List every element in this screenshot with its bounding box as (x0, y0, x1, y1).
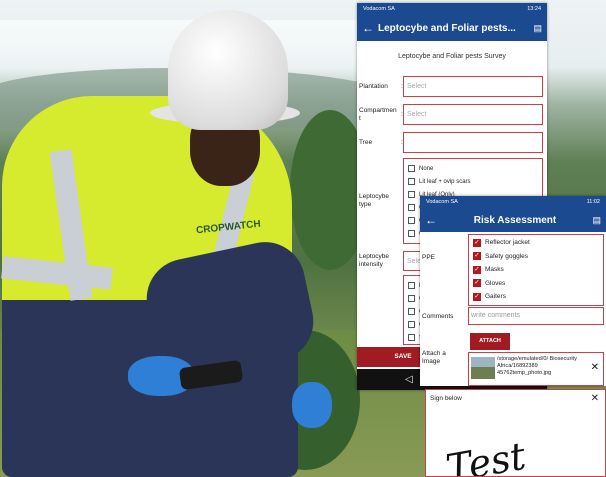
checkbox[interactable] (408, 334, 415, 341)
clock: 13:24 (527, 6, 541, 12)
ppe-reflector-jacket[interactable]: ✓ Reflector jacket (473, 236, 599, 250)
checked-icon[interactable]: ✓ (473, 292, 481, 301)
photo-thumbnail[interactable] (471, 357, 495, 379)
attachment-item: /storage/emulated/0/ Biosecurity Africa/… (468, 352, 604, 386)
clock: 11:02 (586, 199, 600, 205)
document-icon[interactable]: ▤ (589, 215, 601, 226)
attach-image-label: Attach a Image (422, 350, 446, 365)
back-arrow-icon[interactable]: ← (425, 213, 441, 227)
carrier-label: Vodacom SA (426, 199, 458, 205)
tree-row: Tree : (357, 132, 547, 154)
ppe-checklist: ✓ Reflector jacket ✓ Safety goggles ✓ Masks… (468, 234, 604, 306)
status-bar: Vodacom SA 13:24 (357, 3, 547, 15)
option-none[interactable]: None (408, 162, 538, 175)
ppe-safety-goggles[interactable]: ✓ Safety goggles (473, 250, 599, 264)
ppe-label: PPE (422, 254, 436, 261)
checkbox[interactable] (408, 308, 415, 315)
plantation-row: Plantation : Select (357, 76, 547, 98)
checkbox[interactable] (408, 178, 415, 185)
checked-icon[interactable]: ✓ (473, 279, 481, 288)
hard-hat (168, 10, 288, 130)
form-title: Leptocybe and Foliar pests Survey (398, 53, 506, 60)
compartment-row: Compartmen t : Select (357, 104, 547, 126)
risk-assessment-screen: Vodacom SA 11:02 ← Risk Assessment ▤ PPE… (420, 196, 606, 386)
tree-label: Tree (359, 139, 373, 146)
ppe-masks[interactable]: ✓ Masks (473, 263, 599, 277)
signature-canvas[interactable]: Test (426, 390, 606, 477)
checkbox[interactable] (408, 295, 415, 302)
checkbox[interactable] (408, 217, 415, 224)
plantation-label: Plantation (359, 83, 388, 90)
screen-title: Risk Assessment (473, 214, 557, 226)
checkbox[interactable] (408, 230, 415, 237)
status-bar: Vodacom SA 11:02 (420, 196, 606, 208)
checkbox[interactable] (408, 165, 415, 172)
checkbox[interactable] (408, 282, 415, 289)
compartment-select[interactable]: Select (403, 104, 543, 125)
screen-title: Leptocybe and Foliar pests... (378, 22, 516, 34)
remove-attachment-icon[interactable]: ✕ (591, 362, 599, 373)
comments-input[interactable]: write comments (468, 307, 604, 325)
leptocybe-type-label: Leptocybe type (359, 193, 389, 208)
app-bar: ← Leptocybe and Foliar pests... ▤ (357, 15, 547, 41)
leptocybe-intensity-label: Leptocybe intensity (359, 253, 389, 268)
signature-ink: Test (443, 434, 530, 477)
tree-input[interactable] (403, 132, 543, 153)
nav-back-icon[interactable]: ◁ (405, 374, 413, 385)
blue-glove-right (292, 382, 332, 428)
app-bar: ← Risk Assessment ▤ (420, 208, 606, 232)
plantation-select[interactable]: Select (403, 76, 543, 97)
checked-icon[interactable]: ✓ (473, 252, 481, 261)
attachment-path: /storage/emulated/0/ Biosecurity Africa/… (497, 356, 577, 376)
checkbox[interactable] (408, 191, 415, 198)
back-arrow-icon[interactable]: ← (362, 21, 378, 35)
ppe-gaiters[interactable]: ✓ Gaiters (473, 290, 599, 304)
option-lit-leaf-ovip[interactable]: Lit leaf + ovip scars (408, 175, 538, 188)
signature-panel[interactable]: Sign below ✕ Test (425, 389, 606, 477)
ppe-gloves[interactable]: ✓ Gloves (473, 277, 599, 291)
comments-label: Comments (422, 313, 454, 320)
checkbox[interactable] (408, 321, 415, 328)
checked-icon[interactable]: ✓ (473, 238, 481, 247)
checkbox[interactable] (408, 204, 415, 211)
document-icon[interactable]: ▤ (530, 23, 542, 34)
checked-icon[interactable]: ✓ (473, 265, 481, 274)
compartment-label: Compartmen t (359, 107, 397, 122)
carrier-label: Vodacom SA (363, 6, 395, 12)
attach-button[interactable]: ATTACH (470, 333, 510, 350)
